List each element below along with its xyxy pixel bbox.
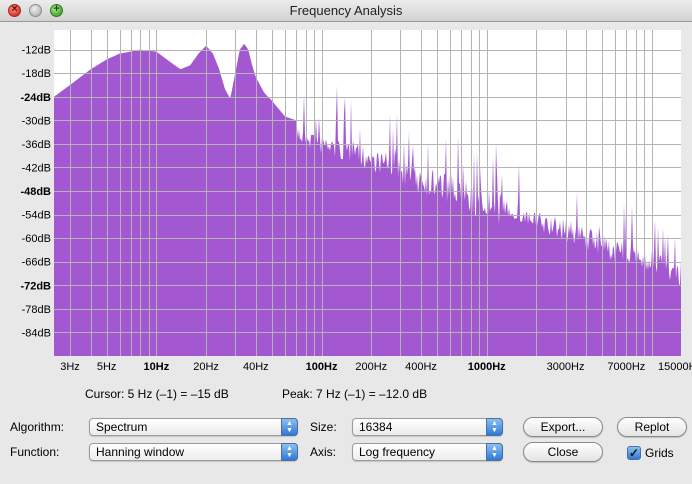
y-tick-label: -72dB <box>20 280 51 292</box>
y-tick-label: -18dB <box>22 68 51 80</box>
x-tick-label: 20Hz <box>193 361 219 373</box>
algorithm-label: Algorithm: <box>10 420 65 434</box>
y-tick-label: -36dB <box>22 139 51 151</box>
y-tick-label: -78dB <box>22 304 51 316</box>
function-value: Hanning window <box>96 445 185 459</box>
y-axis: -12dB -18dB -24dB -30dB -36dB -42dB -48dB -54dB… <box>20 45 51 340</box>
y-tick-label: -66dB <box>22 257 51 269</box>
function-select[interactable]: Hanning window ▲ ▼ <box>89 443 298 461</box>
spectrum-chart[interactable]: -12dB -18dB -24dB -30dB -36dB -42dB -48dB -54dB… <box>0 22 692 382</box>
x-tick-label: 10Hz <box>144 361 170 373</box>
replot-button[interactable]: Replot <box>617 417 687 437</box>
x-tick-label: 15000Hz <box>658 361 692 373</box>
x-tick-label: 400Hz <box>405 361 437 373</box>
y-tick-label: -12dB <box>22 45 51 57</box>
size-select[interactable]: 16384 ▲ ▼ <box>352 418 503 436</box>
updown-arrows-icon: ▲ ▼ <box>486 418 503 436</box>
y-tick-label: -54dB <box>22 210 51 222</box>
y-tick-label: -84dB <box>22 327 51 339</box>
y-tick-label: -42dB <box>22 162 51 174</box>
x-tick-label: 200Hz <box>355 361 387 373</box>
grids-checkbox[interactable]: ✓ <box>627 446 641 460</box>
algorithm-select[interactable]: Spectrum ▲ ▼ <box>89 418 298 436</box>
updown-arrows-icon: ▲ ▼ <box>486 443 503 461</box>
size-label: Size: <box>310 420 337 434</box>
close-button[interactable]: Close <box>523 442 603 462</box>
x-tick-label: 3Hz <box>60 361 80 373</box>
window-title: Frequency Analysis <box>289 3 403 18</box>
algorithm-value: Spectrum <box>96 420 148 434</box>
x-tick-label: 40Hz <box>243 361 269 373</box>
y-tick-label: -24dB <box>20 92 51 104</box>
updown-arrows-icon: ▲ ▼ <box>281 418 298 436</box>
x-tick-label: 1000Hz <box>468 361 506 373</box>
export-button[interactable]: Export... <box>523 417 603 437</box>
y-tick-label: -48dB <box>20 186 51 198</box>
y-tick-label: -60dB <box>22 233 51 245</box>
function-label: Function: <box>10 445 60 459</box>
x-tick-label: 5Hz <box>97 361 117 373</box>
grids-label: Grids <box>645 446 674 460</box>
x-tick-label: 3000Hz <box>547 361 585 373</box>
cursor-readout: Cursor: 5 Hz (–1) = –15 dB <box>85 387 229 401</box>
x-tick-label: 7000Hz <box>607 361 645 373</box>
axis-value: Log frequency <box>359 445 436 459</box>
updown-arrows-icon: ▲ ▼ <box>281 443 298 461</box>
checkmark-icon: ✓ <box>628 446 640 460</box>
axis-select[interactable]: Log frequency ▲ ▼ <box>352 443 503 461</box>
peak-readout: Peak: 7 Hz (–1) = –12.0 dB <box>282 387 428 401</box>
x-tick-label: 100Hz <box>306 361 338 373</box>
y-tick-label: -30dB <box>22 115 51 127</box>
axis-label: Axis: <box>310 445 337 459</box>
size-value: 16384 <box>359 420 393 434</box>
x-axis: 3Hz 5Hz 10Hz 20Hz 40Hz 100Hz 200Hz 400Hz 1000Hz 3… <box>60 361 692 373</box>
title-bar: × + Frequency Analysis <box>0 0 692 22</box>
